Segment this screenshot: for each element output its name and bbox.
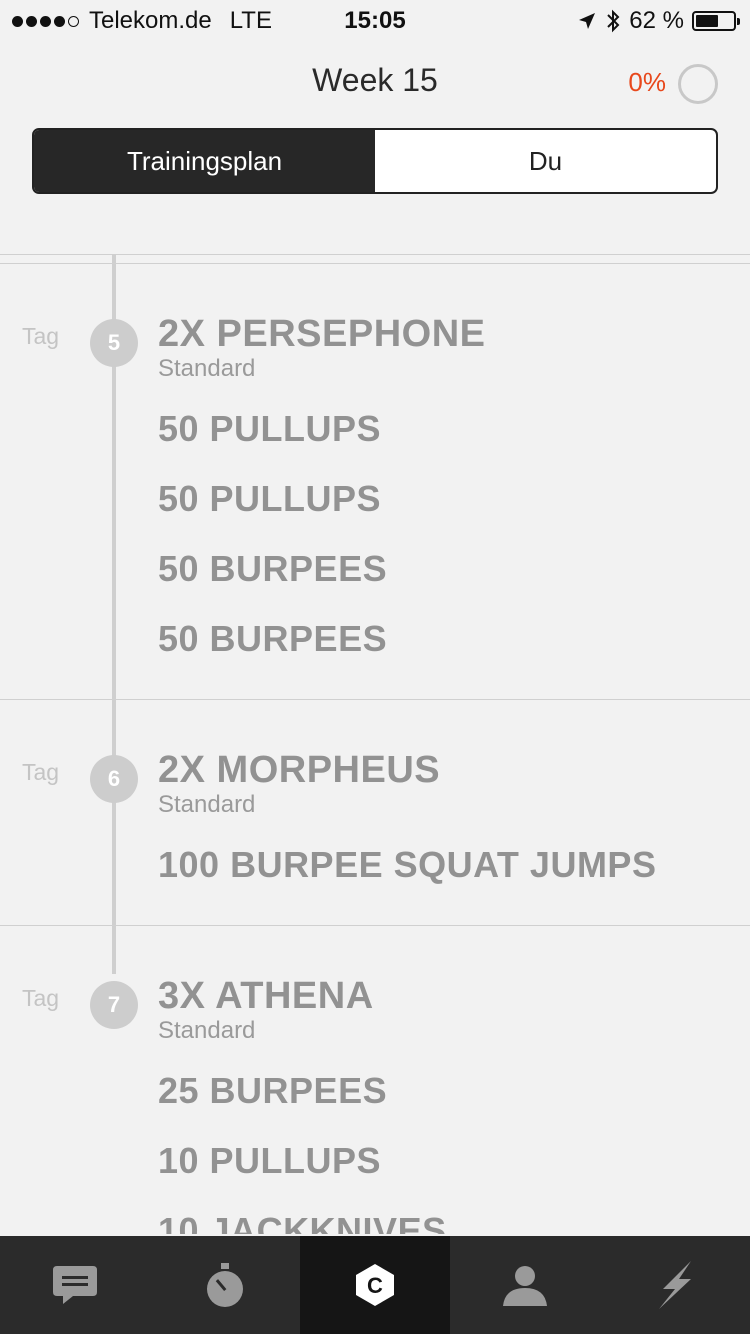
segmented-control: Trainingsplan Du (32, 128, 718, 194)
day-row-7[interactable]: Tag 7 3X ATHENA Standard 25 BURPEES 10 P… (0, 925, 750, 1234)
progress-percentage: 0% (628, 67, 666, 97)
day-tag-label: Tag (22, 323, 60, 349)
exercise-item: 10 JACKKNIVES (158, 1210, 447, 1234)
chat-icon (53, 1266, 97, 1304)
exercise-item: 25 BURPEES (158, 1070, 388, 1111)
workout-subtitle: Standard (158, 1017, 256, 1044)
progress-ring-icon[interactable] (678, 64, 718, 104)
person-icon (503, 1266, 547, 1306)
header: Week 15 0% (0, 42, 750, 124)
bluetooth-icon (607, 9, 620, 33)
c-hexagon-icon: C (356, 1264, 394, 1306)
day-number-badge: 6 (90, 755, 138, 803)
day-tag-label: Tag (22, 759, 60, 785)
exercise-item: 50 PULLUPS (158, 408, 382, 449)
exercise-item: 50 PULLUPS (158, 478, 382, 519)
exercise-item: 50 BURPEES (158, 548, 388, 589)
tab-profile[interactable] (450, 1236, 600, 1334)
workout-title[interactable]: 3X ATHENA (158, 975, 374, 1018)
location-arrow-icon (579, 13, 596, 29)
status-bar: Telekom.de LTE 15:05 62 % (0, 0, 750, 42)
tab-chat[interactable] (0, 1236, 150, 1334)
segment-du[interactable]: Du (375, 130, 716, 192)
day-row-5[interactable]: Tag 5 2X PERSEPHONE Standard 50 PULLUPS … (0, 263, 750, 699)
tab-stopwatch[interactable] (150, 1236, 300, 1334)
exercise-item: 50 BURPEES (158, 618, 388, 659)
exercise-item: 100 BURPEE SQUAT JUMPS (158, 844, 657, 885)
svg-text:C: C (367, 1273, 383, 1298)
tab-bar: C (0, 1236, 750, 1334)
workout-title[interactable]: 2X MORPHEUS (158, 749, 440, 792)
day-number-badge: 7 (90, 981, 138, 1029)
workout-subtitle: Standard (158, 791, 256, 818)
battery-icon (692, 11, 740, 31)
stopwatch-icon (207, 1263, 243, 1307)
workout-subtitle: Standard (158, 355, 256, 382)
lightning-icon (659, 1261, 691, 1309)
workout-title[interactable]: 2X PERSEPHONE (158, 313, 486, 356)
segment-trainingsplan[interactable]: Trainingsplan (34, 130, 375, 192)
day-row-6[interactable]: Tag 6 2X MORPHEUS Standard 100 BURPEE SQ… (0, 699, 750, 925)
exercise-item: 10 PULLUPS (158, 1140, 382, 1181)
workout-list[interactable]: Tag 5 2X PERSEPHONE Standard 50 PULLUPS … (0, 254, 750, 1234)
day-number-badge: 5 (90, 319, 138, 367)
tab-workouts[interactable]: C (300, 1236, 450, 1334)
battery-percentage: 62 % (629, 7, 684, 34)
day-tag-label: Tag (22, 985, 60, 1011)
tab-activity[interactable] (600, 1236, 750, 1334)
